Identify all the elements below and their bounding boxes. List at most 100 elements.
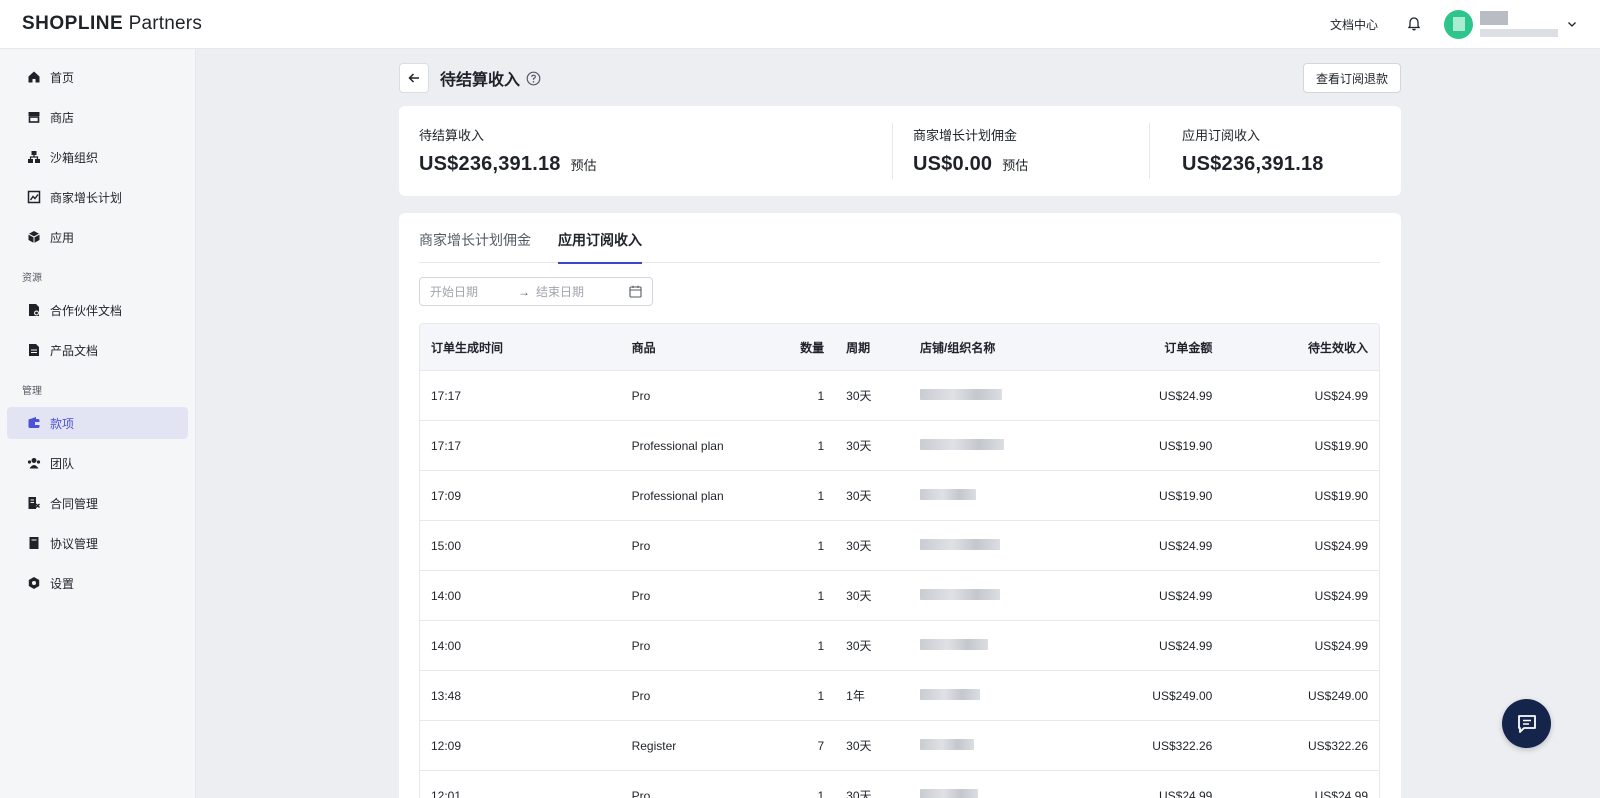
- cell-pending-income: US$24.99: [1314, 388, 1369, 403]
- income-detail-card: 商家增长计划佣金 应用订阅收入 开始日期 → 结束日期 订单生成时间 商品 数量…: [399, 213, 1401, 798]
- cell-quantity: 1: [817, 438, 825, 453]
- cell-order-amount: US$249.00: [1152, 688, 1213, 703]
- growth-commission-summary: 商家增长计划佣金 US$0.00 预估: [893, 106, 1149, 196]
- sidebar-item-label: 应用: [50, 230, 75, 245]
- cell-period: 30天: [846, 739, 872, 753]
- cell-product: Pro: [631, 638, 651, 653]
- sidebar-item-label: 协议管理: [50, 536, 99, 551]
- table-row[interactable]: 17:09 Professional plan 1 30天 US$19.90 U…: [420, 470, 1379, 520]
- sandbox-icon: [28, 151, 40, 163]
- sidebar-item-label: 首页: [50, 70, 75, 85]
- cell-quantity: 1: [817, 538, 825, 553]
- sidebar-item-payments[interactable]: 款项: [7, 407, 188, 439]
- cell-pending-income: US$24.99: [1314, 538, 1369, 553]
- cell-store-name-redacted: [909, 438, 1069, 453]
- cell-order-time: 17:17: [431, 388, 462, 403]
- tab-growth-commission[interactable]: 商家增长计划佣金: [419, 213, 531, 263]
- sidebar-item-apps[interactable]: 应用: [7, 221, 188, 253]
- sidebar: 首页 商店 沙箱组织 商家增长计划 应用 资源 合作伙伴文档 产品文档 管理 款…: [0, 49, 196, 798]
- view-subscription-refunds-button[interactable]: 查看订阅退款: [1302, 63, 1401, 93]
- cell-period: 30天: [846, 539, 872, 553]
- cell-order-amount: US$24.99: [1158, 388, 1213, 403]
- col-header-order-amount: 订单金额: [1164, 340, 1213, 355]
- cell-order-amount: US$19.90: [1158, 438, 1213, 453]
- brand-logo[interactable]: SHOPLINE Partners: [22, 13, 202, 35]
- calendar-icon[interactable]: [629, 285, 642, 298]
- agreement-icon: [29, 537, 39, 549]
- table-row[interactable]: 17:17 Professional plan 1 30天 US$19.90 U…: [420, 420, 1379, 470]
- pending-income-label: 待结算收入: [419, 128, 485, 143]
- start-date-input[interactable]: 开始日期: [430, 283, 518, 300]
- cell-pending-income: US$19.90: [1314, 488, 1369, 503]
- sidebar-item-label: 合作伙伴文档: [50, 303, 123, 318]
- sidebar-item-product-docs[interactable]: 产品文档: [7, 334, 188, 366]
- table-row[interactable]: 12:09 Register 7 30天 US$322.26 US$322.26: [420, 720, 1379, 770]
- sidebar-item-agreements[interactable]: 协议管理: [7, 527, 188, 559]
- cell-store-name-redacted: [909, 638, 1069, 653]
- cell-quantity: 7: [817, 738, 825, 753]
- growth-commission-value: US$0.00 预估: [913, 153, 1129, 176]
- doc-center-link[interactable]: 文档中心: [1330, 16, 1378, 33]
- home-icon: [28, 71, 40, 83]
- pending-income-estimate-tag: 预估: [570, 158, 597, 173]
- sidebar-item-contracts[interactable]: 合同管理: [7, 487, 188, 519]
- end-date-input[interactable]: 结束日期: [536, 283, 626, 300]
- bell-icon[interactable]: [1406, 16, 1422, 32]
- cell-quantity: 1: [817, 638, 825, 653]
- cell-order-time: 12:01: [431, 788, 462, 798]
- cell-store-name-redacted: [909, 688, 1069, 703]
- chat-support-button[interactable]: [1502, 699, 1551, 748]
- cell-quantity: 1: [817, 688, 825, 703]
- sidebar-item-growth-plan[interactable]: 商家增长计划: [7, 181, 188, 213]
- table-row[interactable]: 14:00 Pro 1 30天 US$24.99 US$24.99: [420, 570, 1379, 620]
- cell-pending-income: US$24.99: [1314, 588, 1369, 603]
- cell-product: Professional plan: [631, 488, 724, 503]
- cell-period: 30天: [846, 639, 872, 653]
- cell-order-time: 13:48: [431, 688, 462, 703]
- sidebar-item-home[interactable]: 首页: [7, 61, 188, 93]
- col-header-period: 周期: [846, 340, 871, 355]
- cell-product: Pro: [631, 588, 651, 603]
- page-header: 待结算收入 查看订阅退款: [399, 63, 1401, 93]
- sidebar-item-settings[interactable]: 设置: [7, 567, 188, 599]
- table-row[interactable]: 13:48 Pro 1 1年 US$249.00 US$249.00: [420, 670, 1379, 720]
- col-header-order-time: 订单生成时间: [431, 340, 504, 355]
- back-button[interactable]: [399, 63, 429, 93]
- sidebar-item-label: 商店: [50, 110, 75, 125]
- sidebar-item-stores[interactable]: 商店: [7, 101, 188, 133]
- cell-order-time: 14:00: [431, 638, 462, 653]
- sidebar-item-label: 合同管理: [50, 496, 99, 511]
- sidebar-item-partner-docs[interactable]: 合作伙伴文档: [7, 294, 188, 326]
- cell-period: 1年: [846, 689, 865, 703]
- date-range-picker[interactable]: 开始日期 → 结束日期: [419, 277, 653, 306]
- cell-quantity: 1: [817, 588, 825, 603]
- income-summary-card: 待结算收入 US$236,391.18 预估 商家增长计划佣金 US$0.00 …: [399, 106, 1401, 196]
- date-range-arrow: →: [518, 284, 530, 299]
- avatar[interactable]: [1444, 9, 1473, 39]
- sidebar-item-label: 款项: [50, 416, 75, 431]
- cell-product: Pro: [631, 688, 651, 703]
- table-row[interactable]: 12:01 Pro 1 30天 US$24.99 US$24.99: [420, 770, 1379, 798]
- income-tabs: 商家增长计划佣金 应用订阅收入: [419, 213, 1380, 264]
- chevron-down-icon[interactable]: [1566, 18, 1578, 30]
- pending-income-summary: 待结算收入 US$236,391.18 预估: [399, 106, 892, 196]
- cell-quantity: 1: [817, 788, 825, 798]
- sidebar-item-team[interactable]: 团队: [7, 447, 188, 479]
- cell-product: Pro: [631, 788, 651, 798]
- arrow-left-icon: [408, 73, 419, 83]
- user-name-redacted[interactable]: [1480, 10, 1560, 38]
- growth-commission-amount: US$0.00: [913, 153, 993, 175]
- cell-order-time: 17:09: [431, 488, 462, 503]
- cell-order-time: 17:17: [431, 438, 462, 453]
- cell-quantity: 1: [817, 388, 825, 403]
- chat-message-icon: [1517, 714, 1536, 733]
- contract-icon: [28, 497, 40, 509]
- table-row[interactable]: 17:17 Pro 1 30天 US$24.99 US$24.99: [420, 370, 1379, 420]
- table-row[interactable]: 15:00 Pro 1 30天 US$24.99 US$24.99: [420, 520, 1379, 570]
- help-icon[interactable]: [526, 71, 541, 86]
- team-icon: [27, 458, 41, 469]
- settings-icon: [28, 577, 40, 589]
- table-row[interactable]: 14:00 Pro 1 30天 US$24.99 US$24.99: [420, 620, 1379, 670]
- sidebar-item-sandbox[interactable]: 沙箱组织: [7, 141, 188, 173]
- tab-app-subscription[interactable]: 应用订阅收入: [558, 213, 642, 264]
